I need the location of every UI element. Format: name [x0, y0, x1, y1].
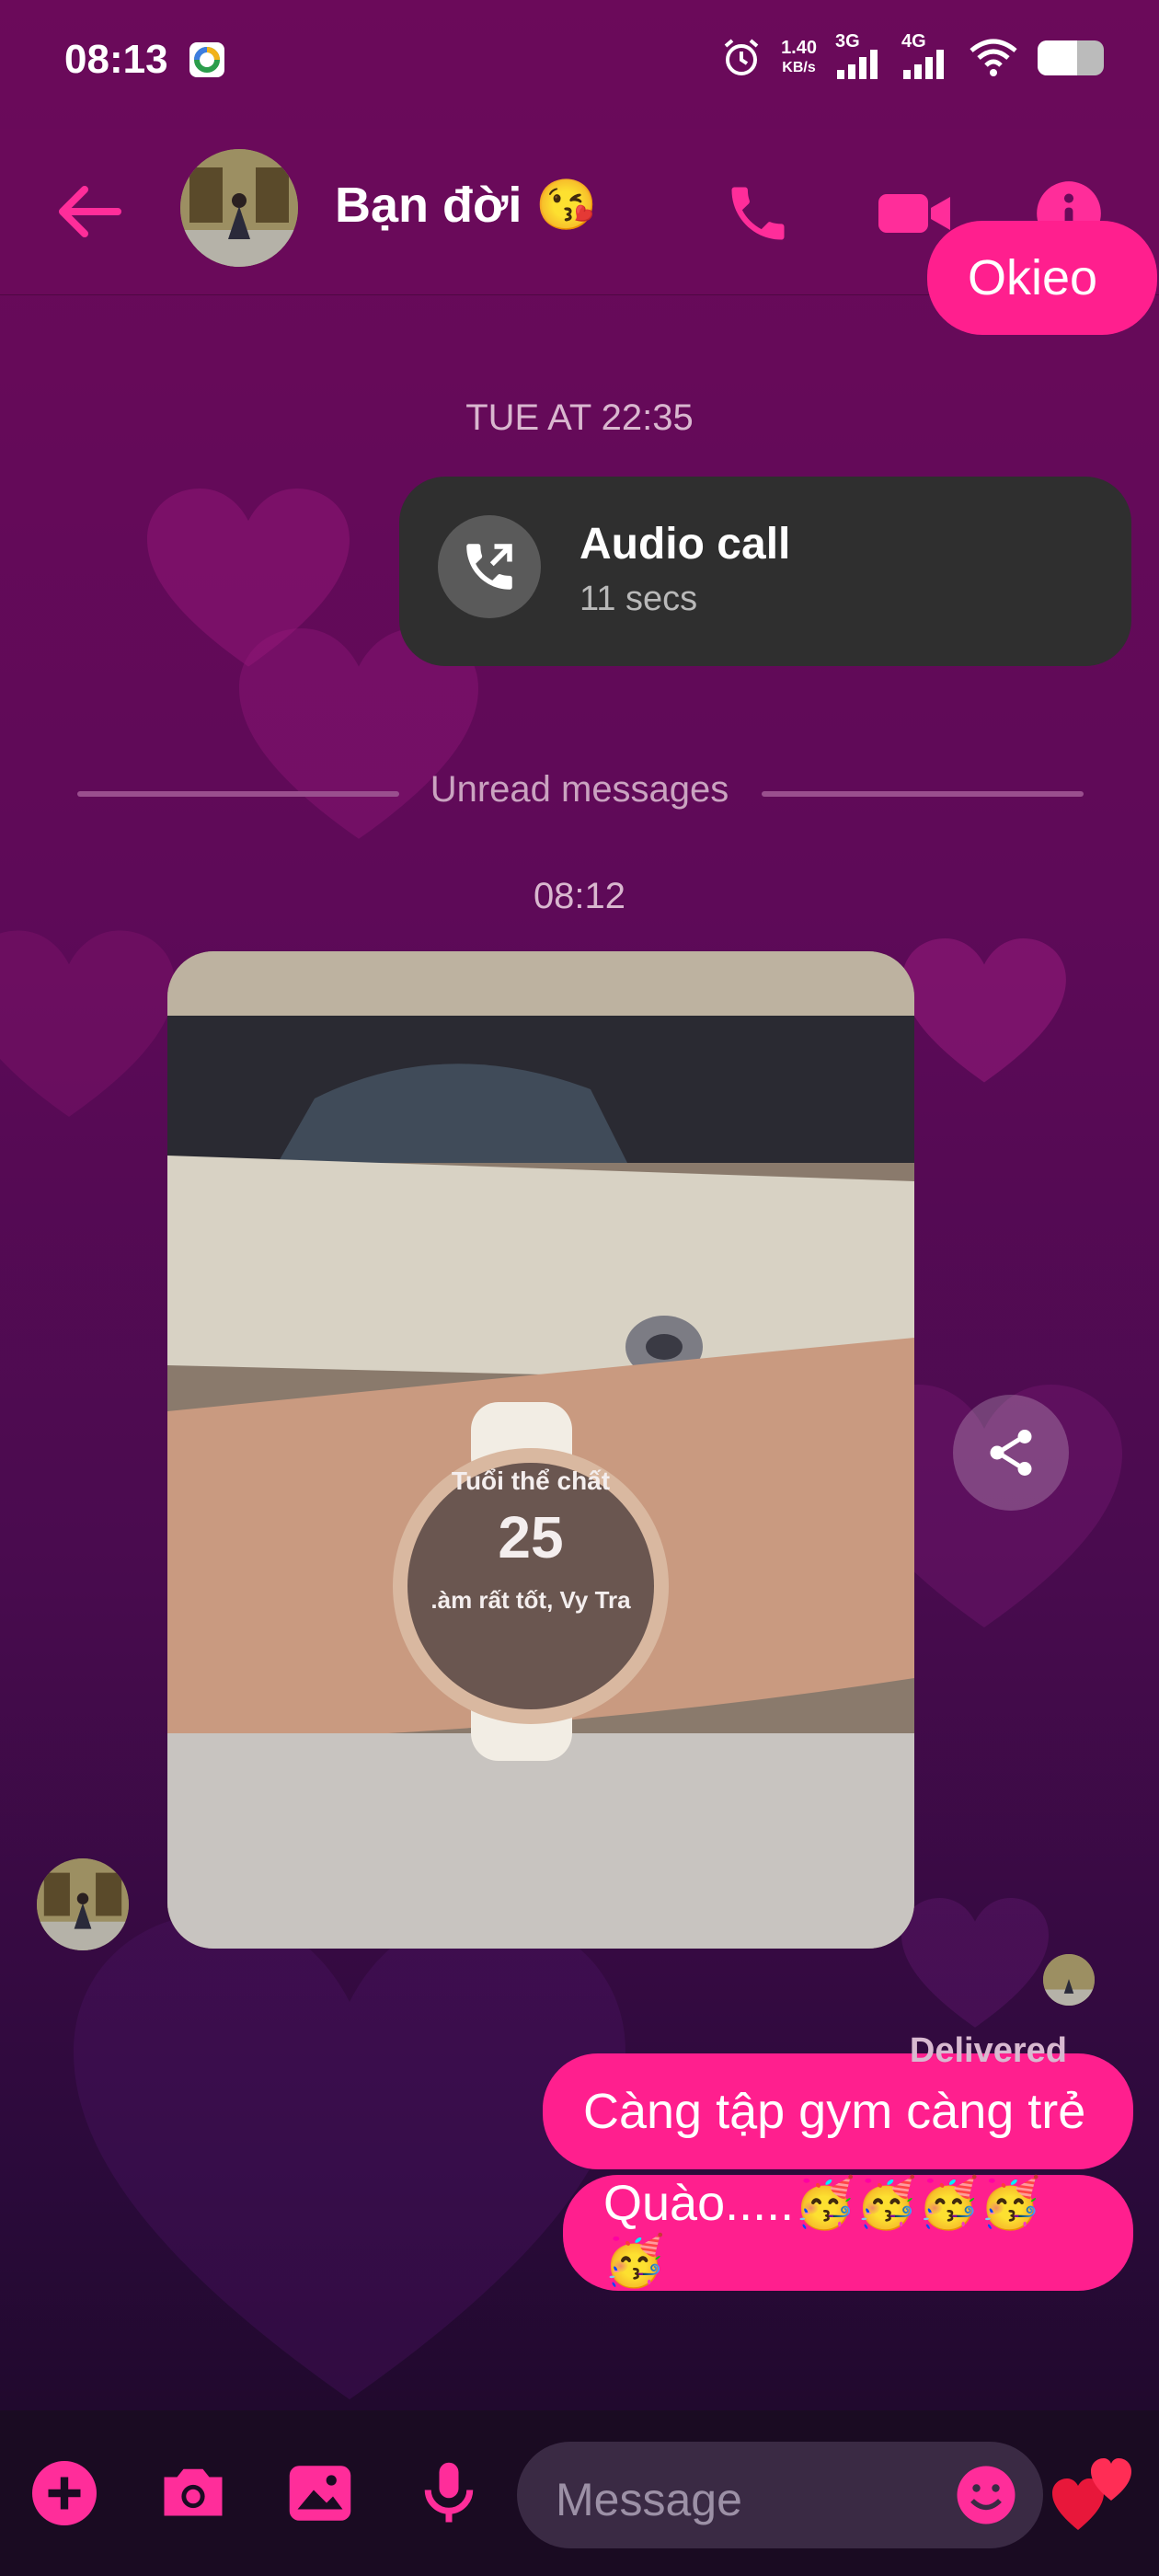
contact-name[interactable]: Bạn đời 😘 [335, 177, 598, 235]
hearts-icon [1052, 2458, 1131, 2530]
back-button[interactable] [53, 182, 127, 241]
emoji-button[interactable] [953, 2462, 1019, 2528]
wifi-icon [970, 39, 1017, 76]
delivery-status: Delivered [909, 2031, 1067, 2070]
watch-subtitle: .àm rất tốt, Vy Tra [430, 1586, 631, 1614]
battery-icon [1038, 40, 1104, 75]
message-placeholder: Message [556, 2474, 742, 2525]
seen-avatar [1043, 1954, 1095, 2006]
signal-sim2-icon: 4G [901, 31, 949, 79]
net-speed-value: 1.40 [781, 38, 817, 58]
app-notification-icon [189, 42, 224, 77]
plus-icon [32, 2461, 97, 2525]
phone-icon [731, 187, 785, 240]
audio-call-button[interactable] [723, 178, 793, 248]
net-speed-unit: KB/s [782, 60, 816, 75]
signal-sim1-icon: 3G [835, 31, 883, 79]
call-title: Audio call [580, 520, 791, 569]
message-bubble[interactable]: Quào.....🥳🥳🥳🥳🥳 [563, 2175, 1133, 2291]
video-call-button[interactable] [876, 178, 950, 248]
back-arrow-icon [59, 186, 121, 237]
audio-call-card[interactable]: Audio call 11 secs [399, 477, 1131, 666]
microphone-icon [424, 2462, 474, 2523]
unread-label: Unread messages [430, 769, 729, 810]
status-indicators: 1.40 KB/s 3G 4G [720, 31, 1104, 79]
camera-button[interactable] [155, 2455, 232, 2532]
battery-fill [1038, 40, 1078, 75]
unread-divider-right [762, 791, 1084, 797]
message-composer: Message [0, 2410, 1159, 2576]
image-icon [289, 2466, 351, 2521]
smiley-icon [957, 2466, 1016, 2524]
quick-reaction-button[interactable] [1050, 2445, 1142, 2537]
watch-title: Tuổi thể chất [451, 1466, 611, 1495]
status-time: 08:13 [64, 37, 168, 82]
message-list[interactable]: Okieo TUE AT 22:35 Audio call 11 secs Un… [0, 221, 1159, 2410]
add-button[interactable] [26, 2455, 103, 2532]
sender-avatar[interactable] [37, 1858, 129, 1950]
status-bar: 08:13 1.40 KB/s 3G 4G [0, 0, 1159, 129]
call-timestamp: TUE AT 22:35 [465, 397, 694, 438]
voice-button[interactable] [410, 2455, 488, 2532]
photo-message[interactable]: Tuổi thể chất 25 .àm rất tốt, Vy Tra [167, 951, 914, 1949]
message-bubble-partial[interactable]: Okieo [927, 221, 1157, 335]
message-text: Quào.....🥳🥳🥳🥳🥳 [603, 2176, 1042, 2289]
contact-avatar[interactable] [180, 149, 298, 267]
alarm-icon [724, 39, 759, 75]
gallery-button[interactable] [281, 2455, 359, 2532]
call-back-icon [438, 515, 541, 618]
network-speed: 1.40 KB/s [781, 38, 817, 78]
share-icon [990, 1430, 1032, 1476]
watch-value: 25 [498, 1504, 564, 1570]
share-button[interactable] [953, 1395, 1069, 1511]
camera-icon [164, 2468, 223, 2516]
message-input[interactable]: Message [517, 2442, 1043, 2548]
message-text: Càng tập gym càng trẻ [583, 2084, 1086, 2139]
call-duration: 11 secs [580, 580, 698, 618]
photo-timestamp: 08:12 [533, 876, 626, 916]
message-text: Okieo [968, 250, 1098, 305]
